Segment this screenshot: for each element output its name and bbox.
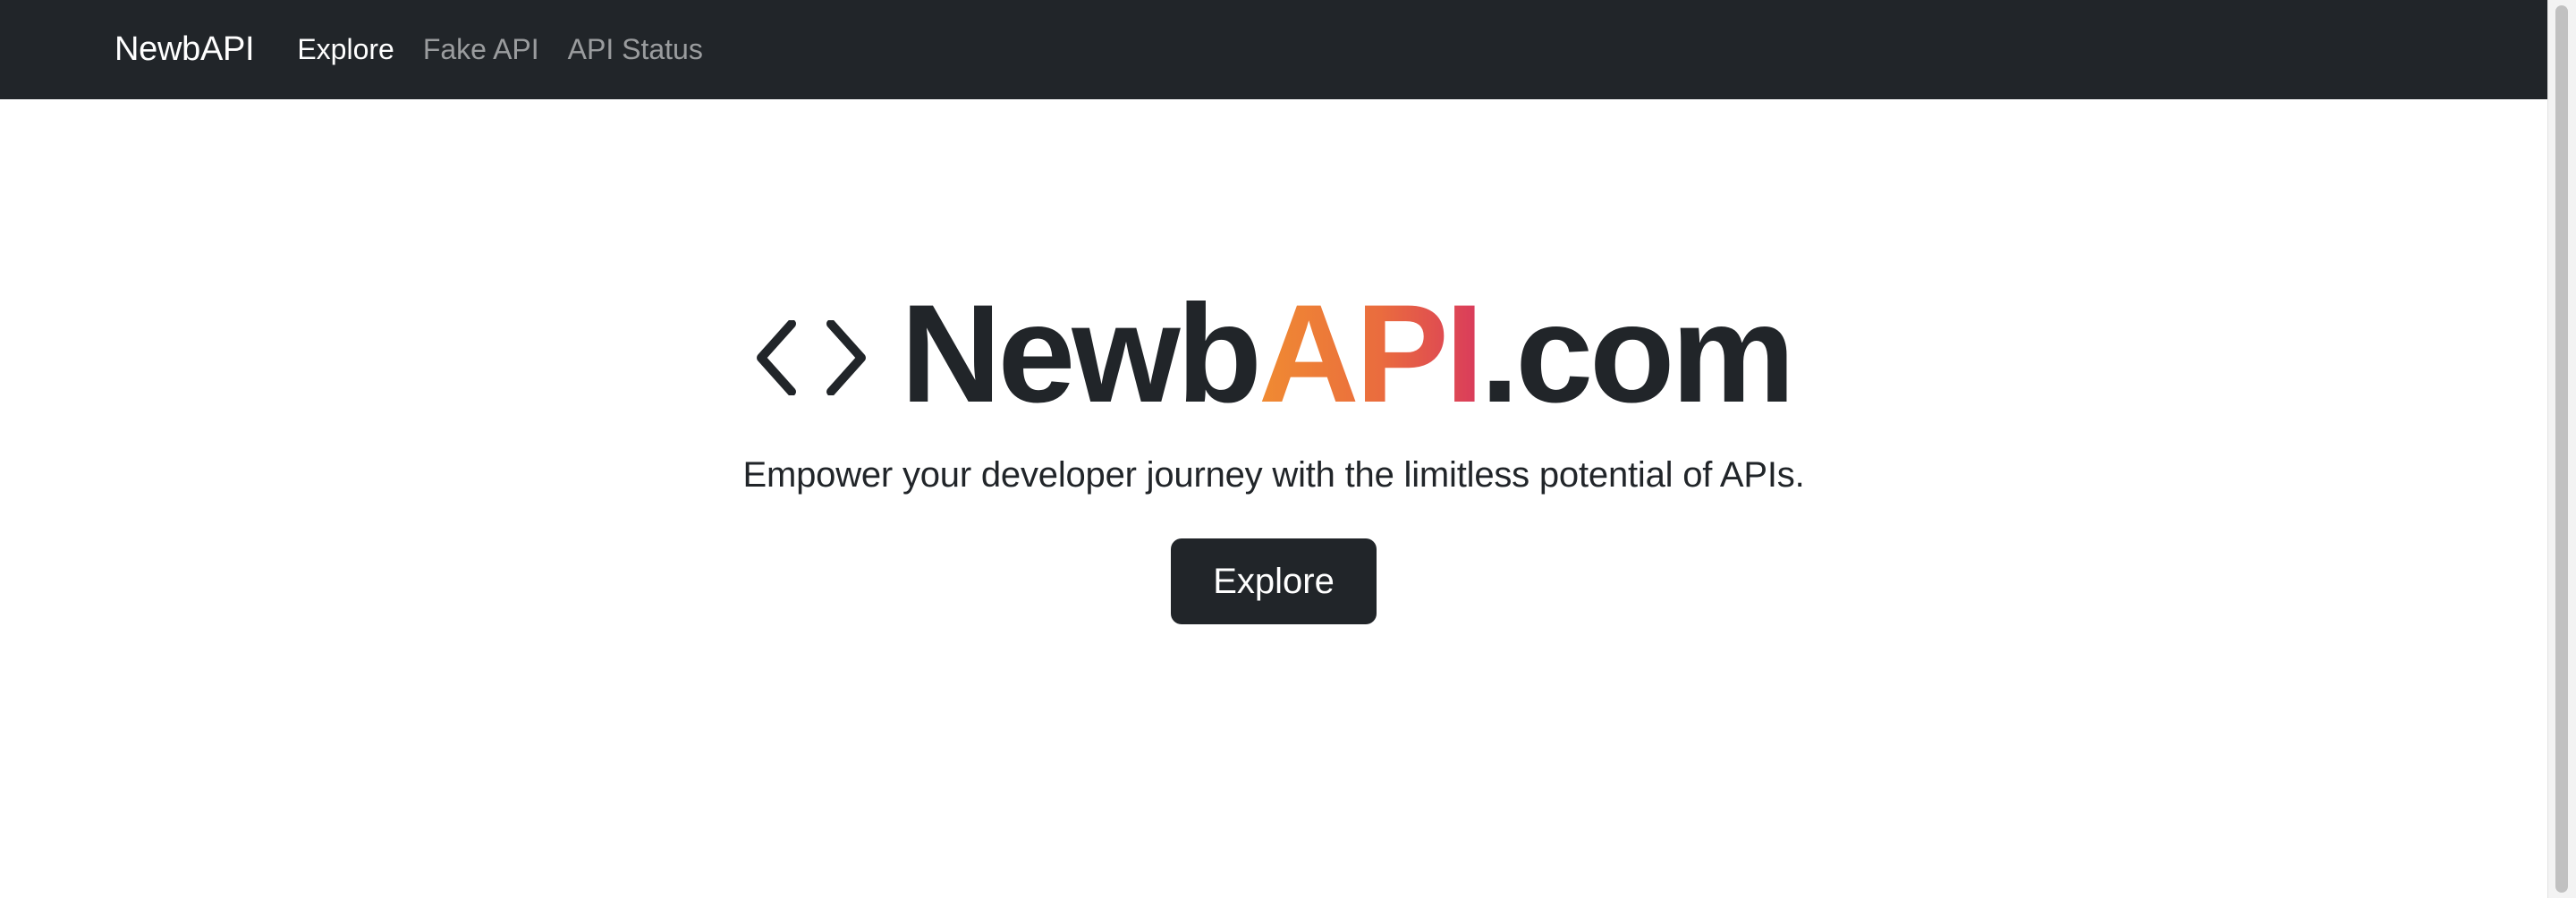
- hero-title-prefix: Newb: [900, 276, 1262, 432]
- hero-section: NewbAPI.com Empower your developer journ…: [0, 99, 2547, 898]
- page: NewbAPI Explore Fake API API Status Newb…: [0, 0, 2576, 898]
- vertical-scrollbar[interactable]: [2547, 0, 2576, 898]
- hero-title-suffix: .com: [1480, 276, 1795, 432]
- top-navbar: NewbAPI Explore Fake API API Status: [0, 0, 2547, 99]
- hero-title-row: NewbAPI.com: [756, 284, 1795, 424]
- hero-title-highlight: API: [1258, 276, 1484, 432]
- hero-tagline: Empower your developer journey with the …: [742, 455, 1805, 495]
- navbar-brand[interactable]: NewbAPI: [114, 30, 255, 69]
- scrollbar-thumb[interactable]: [2555, 5, 2568, 893]
- nav-link-explore[interactable]: Explore: [297, 33, 394, 66]
- explore-button[interactable]: Explore: [1171, 538, 1377, 624]
- nav-link-api-status[interactable]: API Status: [568, 33, 703, 66]
- hero-title: NewbAPI.com: [901, 284, 1795, 424]
- nav-link-fake-api[interactable]: Fake API: [423, 33, 539, 66]
- code-icon: [756, 320, 866, 395]
